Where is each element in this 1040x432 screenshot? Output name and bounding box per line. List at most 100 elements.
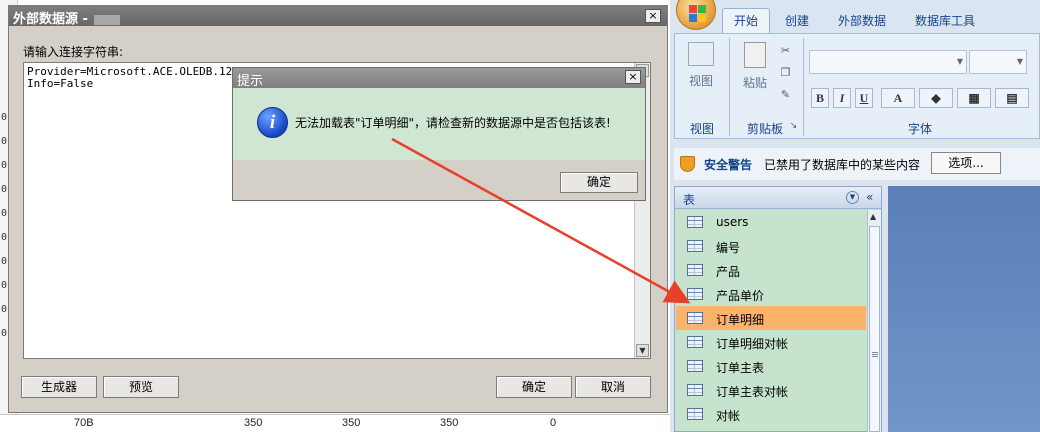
group-separator xyxy=(729,38,730,136)
nav-item[interactable]: 订单明细 xyxy=(676,306,866,330)
nav-item-label: 对帐 xyxy=(716,409,741,423)
dialog-titlebar: 外部数据源 - xyxy=(9,6,667,27)
table-icon xyxy=(687,264,703,276)
alternate-fill-icon[interactable]: ▤ xyxy=(995,88,1029,108)
font-name-select[interactable]: ▼ xyxy=(809,50,967,74)
background-sheet-row: 70B 350 350 350 0 xyxy=(0,414,670,432)
message-box: 提示 × i 无法加载表"订单明细"，请检查新的数据源中是否包括该表! 确定 xyxy=(232,67,646,201)
group-label-view: 视图 xyxy=(689,122,714,136)
bg-row-cell: 70B xyxy=(74,417,94,429)
close-icon[interactable]: × xyxy=(645,9,661,23)
paste-button[interactable]: 粘贴 xyxy=(737,40,773,96)
table-icon xyxy=(687,312,703,324)
workspace-area xyxy=(888,186,1040,432)
office-logo-icon xyxy=(698,5,706,13)
message-box-body: i 无法加载表"订单明细"，请检查新的数据源中是否包括该表! xyxy=(233,88,645,160)
nav-item-label: 产品 xyxy=(716,265,741,279)
chevron-down-icon: ▼ xyxy=(1016,57,1023,66)
navigation-pane: 表 ▼ « users 编号产品产品单价订单明细订单明细对帐 订单主表订单主表对帐对… xyxy=(674,186,882,432)
nav-item[interactable]: 产品单价 xyxy=(676,282,866,306)
nav-item[interactable]: users xyxy=(676,210,866,234)
scroll-down-icon[interactable]: ▼ xyxy=(636,344,649,357)
tab-database-tools[interactable]: 数据库工具 xyxy=(915,12,975,29)
dialog-launcher-icon[interactable]: ↘ xyxy=(787,120,800,133)
builder-button[interactable]: 生成器 xyxy=(21,376,97,398)
table-icon xyxy=(687,216,703,228)
tab-external-data[interactable]: 外部数据 xyxy=(838,12,886,29)
security-title: 安全警告 xyxy=(704,158,753,172)
cut-icon[interactable]: ✂ xyxy=(779,44,792,57)
nav-scrollbar[interactable]: ▲ xyxy=(867,210,881,432)
preview-button[interactable]: 预览 xyxy=(103,376,179,398)
nav-item[interactable]: 订单明细对帐 xyxy=(676,330,866,354)
group-separator xyxy=(803,38,804,136)
gridlines-icon[interactable]: ▦ xyxy=(957,88,991,108)
office-logo-icon xyxy=(698,14,706,22)
nav-item-label: 订单主表 xyxy=(716,361,765,375)
font-color-button[interactable]: A xyxy=(881,88,915,108)
paste-button-label: 粘贴 xyxy=(742,76,767,90)
nav-item-label: 产品单价 xyxy=(716,289,765,303)
chevron-down-icon: ▼ xyxy=(956,57,963,66)
bold-button[interactable]: B xyxy=(811,88,829,108)
paste-icon xyxy=(744,42,766,68)
scroll-up-icon[interactable]: ▲ xyxy=(870,212,876,221)
table-icon xyxy=(687,288,703,300)
office-logo-icon xyxy=(689,5,697,13)
view-button-label: 视图 xyxy=(688,74,713,88)
collapse-pane-icon[interactable]: « xyxy=(866,190,873,204)
nav-item-label: 订单明细 xyxy=(716,313,765,327)
view-icon xyxy=(688,42,714,66)
nav-item-label: users xyxy=(716,215,749,229)
table-icon xyxy=(687,384,703,396)
view-button[interactable]: 视图 xyxy=(683,40,719,96)
nav-header: 表 ▼ « xyxy=(675,187,881,209)
close-icon[interactable]: × xyxy=(625,70,641,84)
table-icon xyxy=(687,408,703,420)
connection-string-label: 请输入连接字符串: xyxy=(23,45,124,59)
shield-icon xyxy=(680,156,695,172)
table-icon xyxy=(687,360,703,372)
security-message: 已禁用了数据库中的某些内容 xyxy=(764,158,921,172)
underline-button[interactable]: U xyxy=(855,88,873,108)
bg-row-cell: 350 xyxy=(244,417,263,429)
message-box-titlebar: 提示 xyxy=(233,68,645,89)
blurred-title-part xyxy=(94,14,121,25)
nav-item-label: 订单主表对帐 xyxy=(716,385,789,399)
scroll-thumb[interactable] xyxy=(869,226,880,432)
ribbon-tabs: 开始 创建 外部数据 数据库工具 xyxy=(670,0,1040,34)
info-icon: i xyxy=(257,107,288,138)
chevron-down-icon[interactable]: ▼ xyxy=(846,191,859,204)
message-ok-button[interactable]: 确定 xyxy=(560,172,638,193)
nav-header-label: 表 xyxy=(683,193,696,207)
grip-icon xyxy=(872,352,878,358)
nav-item[interactable]: 对帐 xyxy=(676,402,866,426)
font-size-select[interactable]: ▼ xyxy=(969,50,1027,74)
table-icon xyxy=(687,240,703,252)
nav-item[interactable]: 产品 xyxy=(676,258,866,282)
cancel-button[interactable]: 取消 xyxy=(575,376,651,398)
ok-button[interactable]: 确定 xyxy=(496,376,572,398)
nav-item[interactable]: 订单主表对帐 xyxy=(676,378,866,402)
options-button[interactable]: 选项... xyxy=(931,152,1001,174)
security-warning-bar: 安全警告 已禁用了数据库中的某些内容 选项... xyxy=(674,148,1040,180)
tab-home[interactable]: 开始 xyxy=(722,8,770,34)
office-logo-icon xyxy=(689,14,697,22)
bg-row-cell: 350 xyxy=(440,417,459,429)
group-label-font: 字体 xyxy=(907,122,932,136)
dialog-title: 外部数据源 - xyxy=(13,12,93,27)
bg-row-cell: 0 xyxy=(550,417,557,429)
copy-icon[interactable]: ❐ xyxy=(779,66,792,79)
nav-item[interactable]: 订单主表 xyxy=(676,354,866,378)
nav-item[interactable]: 编号 xyxy=(676,234,866,258)
fill-color-icon[interactable]: ◆ xyxy=(919,88,953,108)
table-icon xyxy=(687,336,703,348)
italic-button[interactable]: I xyxy=(833,88,851,108)
bg-row-cell: 350 xyxy=(342,417,361,429)
message-text: 无法加载表"订单明细"，请检查新的数据源中是否包括该表! xyxy=(295,116,611,130)
message-box-title: 提示 xyxy=(237,74,264,89)
format-painter-icon[interactable]: ✎ xyxy=(779,88,792,101)
nav-item-label: 订单明细对帐 xyxy=(716,337,789,351)
tab-create[interactable]: 创建 xyxy=(785,12,809,29)
ribbon: 视图 粘贴 ✂ ❐ ✎ ▼ ▼ B I U A ◆ ▦ ▤ 视图 剪贴板 ↘ 字… xyxy=(674,33,1040,139)
